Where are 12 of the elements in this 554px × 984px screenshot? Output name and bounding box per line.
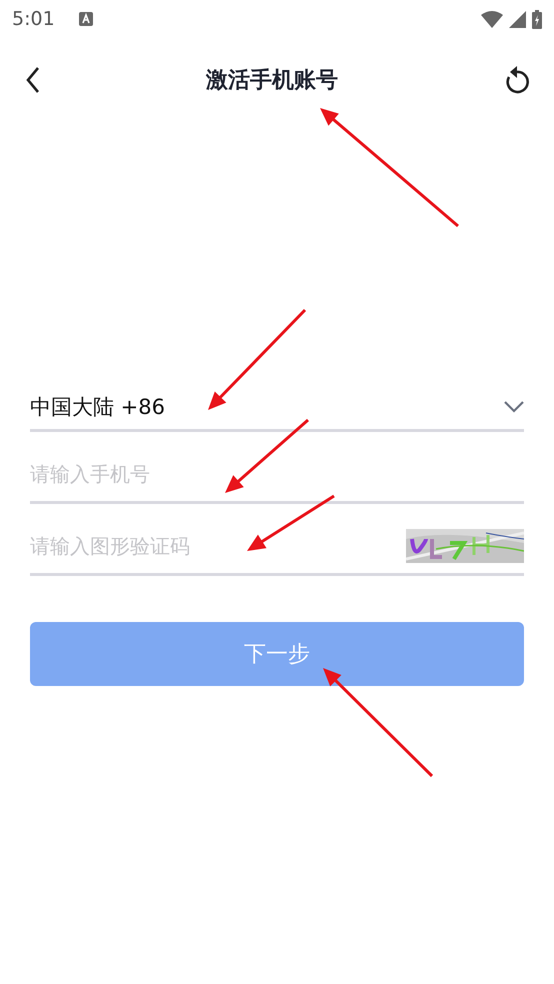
notification-icon bbox=[78, 12, 93, 26]
captcha-input[interactable]: 请输入图形验证码 bbox=[30, 534, 406, 558]
page-title: 激活手机账号 bbox=[206, 67, 338, 95]
signal-icon bbox=[509, 10, 526, 28]
region-selector[interactable]: 中国大陆 +86 bbox=[30, 384, 524, 432]
battery-icon bbox=[532, 10, 542, 28]
status-time: 5:01 bbox=[12, 8, 55, 30]
chevron-down-icon bbox=[504, 400, 524, 412]
refresh-icon[interactable] bbox=[504, 65, 530, 95]
phone-input[interactable]: 请输入手机号 bbox=[30, 462, 524, 486]
wifi-icon bbox=[481, 10, 503, 28]
back-icon[interactable] bbox=[26, 67, 40, 93]
